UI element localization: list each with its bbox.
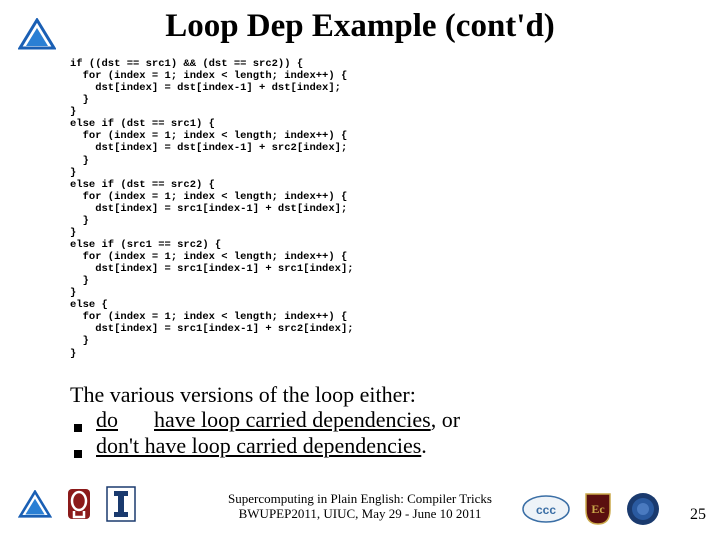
footer-logos-right: ccc Ec xyxy=(522,492,660,526)
blue-delta-logo-icon xyxy=(18,490,52,518)
svg-text:Ec: Ec xyxy=(591,502,605,516)
bullet-1-text: dohave loop carried dependencies, or xyxy=(96,407,460,432)
illinois-logo-icon xyxy=(106,486,136,522)
slide: Loop Dep Example (cont'd) if ((dst == sr… xyxy=(0,0,720,540)
square-bullet-icon xyxy=(74,424,82,432)
bullet-item-1: dohave loop carried dependencies, or xyxy=(74,407,670,432)
ccc-logo-icon: ccc xyxy=(522,495,570,523)
ec-shield-logo-icon: Ec xyxy=(584,492,612,526)
seal-logo-icon xyxy=(626,492,660,526)
footer-logos-left xyxy=(18,486,136,522)
bullet-item-2: don't have loop carried dependencies. xyxy=(74,433,670,458)
page-number: 25 xyxy=(690,506,706,524)
ou-logo-icon xyxy=(66,487,92,521)
body-intro: The various versions of the loop either: xyxy=(70,382,670,407)
square-bullet-icon xyxy=(74,450,82,458)
svg-text:ccc: ccc xyxy=(536,503,556,517)
bullet-2-text: don't have loop carried dependencies. xyxy=(96,433,427,458)
body-text: The various versions of the loop either:… xyxy=(70,382,670,458)
code-block: if ((dst == src1) && (dst == src2)) { fo… xyxy=(70,58,354,360)
slide-title: Loop Dep Example (cont'd) xyxy=(0,8,720,45)
